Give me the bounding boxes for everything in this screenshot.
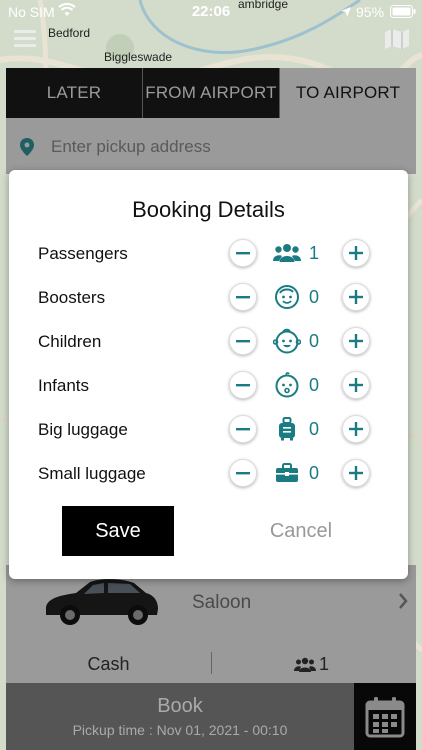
plus-icon <box>349 378 363 392</box>
big-luggage-count: 0 <box>309 419 320 439</box>
passengers-count: 1 <box>309 243 320 263</box>
tab-to-airport[interactable]: TO AIRPORT <box>280 68 416 118</box>
passengers-increment-button[interactable] <box>342 239 370 267</box>
big-luggage-row: Big luggage 0 <box>9 408 408 452</box>
row-label: Passengers <box>38 244 128 263</box>
calendar-button[interactable] <box>354 683 416 750</box>
passenger-count: 1 <box>319 654 330 674</box>
children-decrement-button[interactable] <box>229 327 257 355</box>
plus-icon <box>349 466 363 480</box>
big-luggage-increment-button[interactable] <box>342 415 370 443</box>
row-label: Infants <box>38 376 90 395</box>
infants-increment-button[interactable] <box>342 371 370 399</box>
passengers-row: Passengers 1 <box>9 232 408 276</box>
kid-face-icon <box>273 328 301 354</box>
briefcase-icon <box>273 460 301 486</box>
cancel-button[interactable]: Cancel <box>245 506 357 556</box>
row-label: Big luggage <box>38 420 128 439</box>
location-pin-icon <box>20 138 34 161</box>
tab-from-airport[interactable]: FROM AIRPORT <box>143 68 280 118</box>
payment-row: Cash 1 <box>6 641 416 683</box>
big-luggage-decrement-button[interactable] <box>229 415 257 443</box>
minus-icon <box>236 251 250 254</box>
row-label: Small luggage <box>38 464 146 483</box>
children-increment-button[interactable] <box>342 327 370 355</box>
plus-icon <box>349 334 363 348</box>
modal-title: Booking Details <box>132 197 285 222</box>
minus-icon <box>236 383 250 386</box>
small-luggage-row: Small luggage 0 <box>9 452 408 496</box>
location-arrow-icon <box>340 5 352 21</box>
status-bar: No SIM 22:06 95% <box>0 0 422 24</box>
small-luggage-count: 0 <box>309 463 320 483</box>
minus-icon <box>236 295 250 298</box>
plus-icon <box>349 290 363 304</box>
hamburger-menu-icon[interactable] <box>14 30 36 48</box>
minus-icon <box>236 427 250 430</box>
book-button[interactable]: Book Pickup time : Nov 01, 2021 - 00:10 <box>6 683 354 750</box>
pickup-address-field[interactable]: Enter pickup address <box>6 118 416 174</box>
suitcase-icon <box>273 416 301 442</box>
pickup-time: Pickup time : Nov 01, 2021 - 00:10 <box>72 722 288 738</box>
passenger-summary[interactable]: 1 <box>294 654 329 675</box>
row-label: Children <box>38 332 102 351</box>
battery-icon <box>390 5 416 21</box>
children-row: Children 0 <box>9 320 408 364</box>
tab-later[interactable]: LATER <box>6 68 143 118</box>
minus-icon <box>236 339 250 342</box>
plus-icon <box>349 246 363 260</box>
passengers-decrement-button[interactable] <box>229 239 257 267</box>
map-label-bedford: Bedford <box>48 26 91 40</box>
map-icon[interactable] <box>384 28 410 55</box>
minus-icon <box>236 471 250 474</box>
save-button[interactable]: Save <box>62 506 174 556</box>
vehicle-type-label: Saloon <box>192 592 252 613</box>
boosters-row: Boosters 0 <box>9 276 408 320</box>
plus-icon <box>349 422 363 436</box>
child-face-icon <box>273 284 301 310</box>
book-label: Book <box>157 695 203 717</box>
payment-method[interactable]: Cash <box>6 654 211 675</box>
chevron-right-icon <box>398 592 408 615</box>
people-icon <box>294 657 316 672</box>
small-luggage-decrement-button[interactable] <box>229 459 257 487</box>
infants-count: 0 <box>309 375 320 395</box>
boosters-count: 0 <box>309 287 320 307</box>
battery-percent: 95% <box>356 4 385 20</box>
pickup-address-placeholder: Enter pickup address <box>51 137 211 156</box>
booking-details-modal: Booking Details Passengers 1 Boosters 0 … <box>9 170 408 579</box>
divider <box>211 652 212 674</box>
map-label-biggleswade: Biggleswade <box>104 50 173 64</box>
trip-type-tabs: LATER FROM AIRPORT TO AIRPORT <box>6 68 416 118</box>
boosters-decrement-button[interactable] <box>229 283 257 311</box>
baby-face-icon <box>273 372 301 398</box>
infants-decrement-button[interactable] <box>229 371 257 399</box>
boosters-increment-button[interactable] <box>342 283 370 311</box>
calendar-icon <box>365 696 405 737</box>
children-count: 0 <box>309 331 320 351</box>
small-luggage-increment-button[interactable] <box>342 459 370 487</box>
car-image <box>42 573 160 634</box>
row-label: Boosters <box>38 288 106 307</box>
people-icon <box>273 240 301 266</box>
infants-row: Infants 0 <box>9 364 408 408</box>
